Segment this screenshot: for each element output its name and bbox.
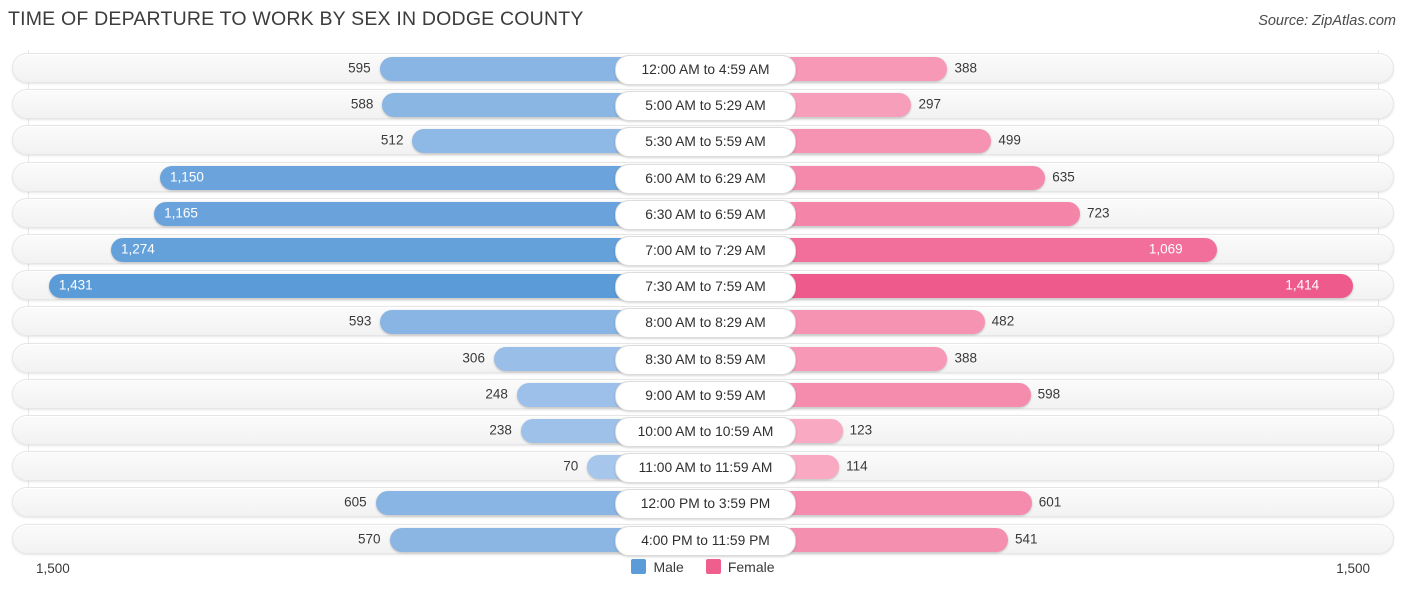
bar-male[interactable] (516, 382, 627, 407)
bar-value-male: 588 (350, 96, 374, 112)
category-label: 8:00 AM to 8:29 AM (615, 308, 796, 339)
bar-female[interactable] (782, 274, 1354, 299)
chart-row[interactable]: 570 541 4:00 PM to 11:59 PM (12, 523, 1394, 556)
bar-value-male: 238 (489, 422, 512, 438)
bar-female[interactable] (782, 165, 1046, 190)
legend-swatch-female (705, 559, 721, 574)
category-label: 9:00 AM to 9:59 AM (615, 380, 796, 411)
bar-male[interactable] (380, 310, 627, 335)
bar-male[interactable] (160, 165, 627, 190)
legend-item-female[interactable]: Female (705, 558, 775, 575)
chart-root: TIME OF DEPARTURE TO WORK BY SEX IN DODG… (0, 0, 1406, 595)
category-label: 5:00 AM to 5:29 AM (615, 91, 796, 122)
legend-item-male[interactable]: Male (631, 558, 684, 575)
bar-male[interactable] (375, 491, 627, 516)
chart-row[interactable]: 306 388 8:30 AM to 8:59 AM (12, 342, 1394, 375)
plot-area: 595 388 12:00 AM to 4:59 AM 588 297 5:00 AM t… (0, 50, 1406, 558)
category-label: 10:00 AM to 10:59 AM (615, 417, 796, 447)
category-label: 8:30 AM to 8:59 AM (615, 344, 796, 375)
chart-legend: Male Female (0, 559, 1406, 574)
bar-value-male: 1,150 (170, 168, 204, 184)
bar-male[interactable] (389, 527, 627, 552)
bar-value-female: 601 (1038, 494, 1062, 510)
chart-row[interactable]: 1,150 635 6:00 AM to 6:29 AM (12, 161, 1394, 194)
bar-value-female: 123 (849, 422, 873, 438)
bar-male[interactable] (48, 274, 627, 299)
bar-female[interactable] (782, 129, 992, 154)
category-label: 11:00 AM to 11:59 AM (615, 453, 796, 484)
bar-value-female: 1,414 (1285, 277, 1320, 293)
bar-value-female: 723 (1087, 205, 1110, 221)
bar-value-male: 70 (563, 458, 579, 474)
category-label: 6:00 AM to 6:29 AM (615, 163, 796, 194)
source-attribution: Source: ZipAtlas.com (1258, 13, 1396, 29)
bar-value-male: 512 (380, 132, 404, 148)
category-label: 12:00 PM to 3:59 PM (615, 489, 796, 520)
bar-value-female: 297 (918, 96, 942, 112)
category-label: 12:00 AM to 4:59 AM (615, 55, 796, 85)
chart-row[interactable]: 593 482 8:00 AM to 8:29 AM (12, 306, 1394, 339)
bar-value-male: 1,165 (164, 205, 198, 221)
page-title: TIME OF DEPARTURE TO WORK BY SEX IN DODG… (8, 8, 584, 30)
bar-value-female: 1,069 (1148, 241, 1183, 257)
chart-row[interactable]: 512 499 5:30 AM to 5:59 AM (12, 125, 1394, 158)
bar-male[interactable] (379, 57, 627, 81)
bar-value-female: 388 (954, 60, 978, 76)
category-label: 7:00 AM to 7:29 AM (615, 236, 796, 266)
bar-value-female: 482 (991, 313, 1015, 329)
category-label: 5:30 AM to 5:59 AM (615, 127, 796, 158)
bar-value-female: 499 (998, 132, 1021, 148)
bar-value-male: 248 (485, 386, 508, 402)
bar-value-male: 1,431 (58, 277, 93, 293)
category-label: 4:00 PM to 11:59 PM (615, 525, 796, 556)
chart-row[interactable]: 248 598 9:00 AM to 9:59 AM (12, 378, 1394, 411)
bar-male[interactable] (382, 93, 627, 118)
bar-value-female: 541 (1015, 530, 1038, 546)
bar-female[interactable] (782, 527, 1009, 552)
legend-label-female: Female (727, 558, 775, 575)
bar-female[interactable] (782, 491, 1032, 516)
bar-male[interactable] (493, 346, 627, 371)
bar-male[interactable] (154, 201, 627, 226)
bar-value-female: 114 (846, 458, 868, 474)
bar-value-male: 593 (348, 313, 372, 329)
category-label: 7:30 AM to 7:59 AM (615, 272, 796, 303)
bar-female[interactable] (782, 57, 948, 81)
bar-value-female: 388 (954, 349, 978, 365)
chart-row[interactable]: 595 388 12:00 AM to 4:59 AM (12, 53, 1394, 85)
legend-swatch-male (631, 559, 647, 574)
chart-row[interactable]: 1,274 1,069 7:00 AM to 7:29 AM (12, 234, 1394, 266)
bar-value-male: 605 (344, 494, 367, 510)
bar-value-male: 595 (348, 60, 371, 76)
bar-female[interactable] (782, 93, 912, 118)
bar-female[interactable] (782, 310, 985, 335)
chart-row[interactable]: 1,431 1,414 7:30 AM to 7:59 AM (12, 270, 1394, 303)
bar-value-male: 1,274 (121, 241, 155, 257)
chart-row[interactable]: 605 601 12:00 PM to 3:59 PM (12, 487, 1394, 520)
legend-label-male: Male (653, 558, 684, 575)
bar-value-male: 306 (462, 349, 485, 365)
bar-male[interactable] (111, 238, 627, 262)
bar-female[interactable] (782, 346, 948, 371)
chart-row[interactable]: 70 114 11:00 AM to 11:59 AM (12, 451, 1394, 484)
category-label: 6:30 AM to 6:59 AM (615, 199, 796, 230)
bar-value-female: 635 (1052, 168, 1075, 184)
bar-value-male: 570 (357, 530, 381, 546)
bar-female[interactable] (782, 201, 1081, 226)
chart-row[interactable]: 238 123 10:00 AM to 10:59 AM (12, 415, 1394, 447)
bar-female[interactable] (782, 382, 1031, 407)
bar-male[interactable] (520, 419, 627, 443)
chart-row[interactable]: 1,165 723 6:30 AM to 6:59 AM (12, 197, 1394, 230)
chart-row[interactable]: 588 297 5:00 AM to 5:29 AM (12, 89, 1394, 122)
bar-value-female: 598 (1037, 386, 1061, 402)
bar-male[interactable] (412, 129, 627, 154)
